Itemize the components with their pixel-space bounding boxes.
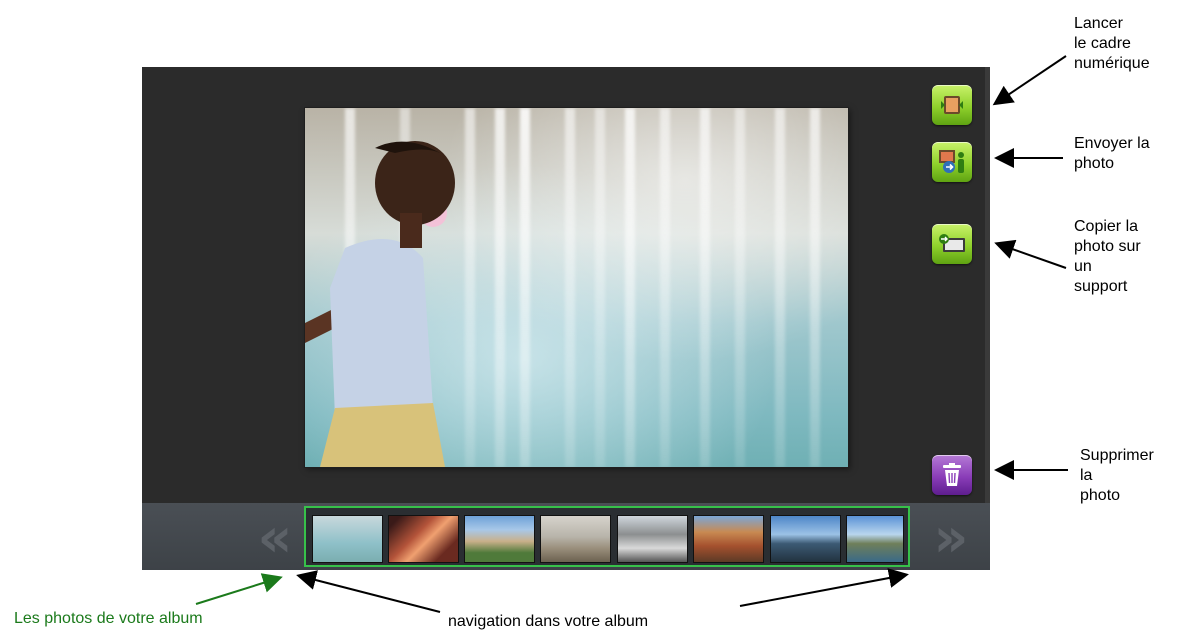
annotation-arrows	[195, 55, 1068, 613]
arrow-to-next	[739, 568, 909, 607]
arrow-to-thumbnails	[195, 573, 283, 605]
arrow-to-launch-frame	[992, 55, 1067, 106]
arrow-to-copy-photo	[994, 239, 1067, 269]
arrow-to-previous	[296, 570, 441, 613]
